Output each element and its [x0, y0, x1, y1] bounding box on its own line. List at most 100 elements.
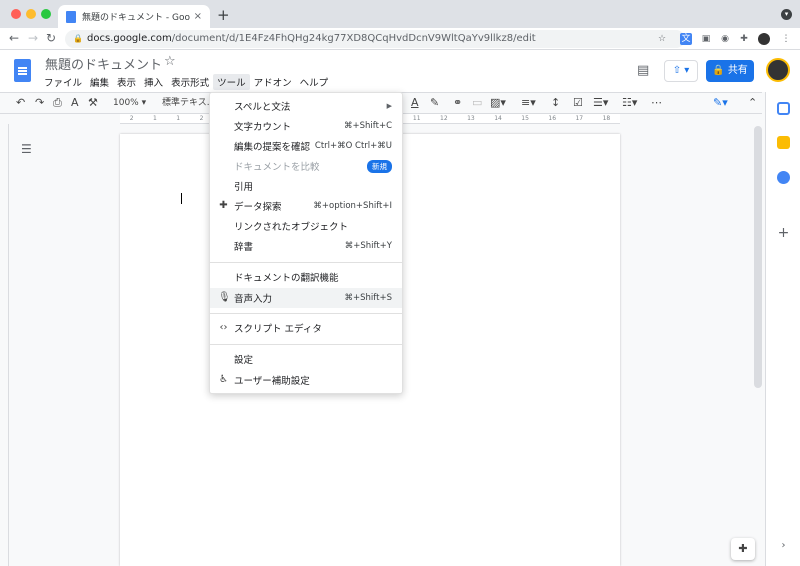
line-spacing-icon[interactable]: ↕	[551, 96, 560, 110]
menu-item-citations[interactable]: 引用	[210, 176, 402, 196]
bulleted-list-icon[interactable]: ☰▾	[593, 96, 608, 110]
side-panel: + ›	[765, 92, 800, 566]
ruler-number: 13	[467, 115, 475, 122]
image-icon[interactable]: ▨▾	[490, 96, 506, 110]
redo-icon[interactable]: ↷	[35, 96, 44, 110]
extensions-puzzle-icon[interactable]: ✚	[738, 33, 750, 45]
menu-item-word-count[interactable]: 文字カウント ⌘+Shift+C	[210, 116, 402, 136]
menu-item-shortcut: Ctrl+⌘O Ctrl+⌘U	[314, 141, 392, 151]
explore-button[interactable]: ✚	[731, 538, 755, 560]
profile-avatar-icon[interactable]	[758, 33, 770, 45]
forward-icon[interactable]: →	[28, 31, 38, 45]
bookmark-star-icon[interactable]: ☆	[656, 33, 668, 45]
vertical-ruler[interactable]	[0, 124, 9, 566]
menu-item-shortcut: ⌘+Shift+S	[344, 293, 392, 303]
menu-item-accessibility[interactable]: ♿ ユーザー補助設定	[210, 370, 402, 390]
menu-addons[interactable]: アドオン	[250, 74, 296, 90]
menu-item-dictionary[interactable]: 辞書 ⌘+Shift+Y	[210, 236, 402, 256]
menu-tools[interactable]: ツール	[213, 74, 250, 90]
link-icon[interactable]: ⚭	[453, 96, 462, 110]
document-title[interactable]: 無題のドキュメント	[45, 54, 162, 73]
new-tab-button[interactable]: +	[217, 6, 230, 24]
document-outline-icon[interactable]: ☰	[21, 142, 32, 156]
menu-edit[interactable]: 編集	[86, 74, 113, 90]
menu-item-label: 音声入力	[234, 294, 273, 305]
close-window-button[interactable]	[11, 9, 21, 19]
menu-item-review-suggestions[interactable]: 編集の提案を確認 Ctrl+⌘O Ctrl+⌘U	[210, 136, 402, 156]
style-select[interactable]: 標準テキス...	[162, 96, 215, 110]
star-icon[interactable]: ☆	[164, 54, 176, 69]
ruler-number: 14	[494, 115, 502, 122]
url-field[interactable]: 🔒 docs.google.com/document/d/1E4Fz4FhQHg…	[65, 30, 685, 48]
minimize-window-button[interactable]	[26, 9, 36, 19]
expand-panel-icon[interactable]: ›	[777, 540, 790, 553]
menu-view[interactable]: 表示	[113, 74, 140, 90]
ruler-number: 12	[440, 115, 448, 122]
menu-item-label: 設定	[234, 355, 254, 366]
notion-extension-icon[interactable]: ▣	[700, 33, 712, 45]
menu-item-voice-typing[interactable]: 🎙 音声入力 ⌘+Shift+S	[210, 288, 402, 308]
calendar-icon[interactable]	[777, 102, 790, 115]
zoom-value: 100%	[113, 98, 139, 108]
kebab-menu-icon[interactable]: ⋮	[780, 33, 792, 45]
share-button[interactable]: 🔒 共有	[706, 60, 754, 82]
menu-item-linked-objects[interactable]: リンクされたオブジェクト	[210, 216, 402, 236]
menu-divider	[210, 262, 402, 263]
accessibility-icon: ♿	[219, 374, 228, 385]
ruler-number: 17	[575, 115, 584, 122]
ruler-number: 18	[602, 115, 611, 122]
collapse-menus-icon[interactable]: ⌃	[748, 96, 757, 110]
menu-format[interactable]: 表示形式	[167, 74, 213, 90]
menu-item-explore[interactable]: ✚ データ探索 ⌘+option+Shift+I	[210, 196, 402, 216]
reload-icon[interactable]: ↻	[46, 31, 56, 45]
address-bar-row: ← → ↻ 🔒 docs.google.com/document/d/1E4Fz…	[0, 28, 800, 50]
back-icon[interactable]: ←	[9, 31, 19, 45]
present-button[interactable]: ⇧ ▾	[664, 60, 698, 82]
camera-extension-icon[interactable]: ◉	[719, 33, 731, 45]
print-icon[interactable]: ⎙	[53, 96, 62, 110]
close-tab-icon[interactable]: ×	[194, 11, 202, 22]
url-host: docs.google.com	[87, 33, 172, 44]
numbered-list-icon[interactable]: ☷▾	[622, 96, 637, 110]
editing-mode-icon[interactable]: ✎▾	[713, 96, 728, 110]
code-icon: ‹›	[219, 322, 228, 333]
text-color-icon[interactable]: A	[411, 96, 419, 110]
tasks-icon[interactable]	[777, 171, 790, 184]
scrollbar[interactable]	[754, 126, 762, 388]
tab-title: 無題のドキュメント - Google ドキ	[82, 13, 190, 23]
comment-icon[interactable]: ▭	[472, 96, 482, 110]
menu-item-label: スペルと文法	[234, 102, 291, 113]
menu-insert[interactable]: 挿入	[140, 74, 167, 90]
ruler-number: 15	[521, 115, 529, 122]
menu-item-shortcut: ⌘+option+Shift+I	[313, 201, 392, 211]
account-avatar[interactable]	[766, 58, 790, 82]
comment-history-icon[interactable]: ▤	[637, 63, 649, 78]
chrome-menu-icon[interactable]: ▾	[781, 9, 792, 20]
menu-item-label: データ探索	[234, 202, 282, 213]
menu-help[interactable]: ヘルプ	[296, 74, 333, 90]
menu-item-script-editor[interactable]: ‹› スクリプト エディタ	[210, 318, 402, 338]
share-label: 共有	[727, 65, 748, 76]
align-icon[interactable]: ≡▾	[521, 96, 536, 110]
keep-icon[interactable]	[777, 136, 790, 149]
docs-logo-icon[interactable]	[14, 59, 31, 82]
menu-item-translate-document[interactable]: ドキュメントの翻訳機能	[210, 267, 402, 287]
browser-tabstrip: 無題のドキュメント - Google ドキ × + ▾	[0, 0, 800, 28]
translate-extension-icon[interactable]: 文	[680, 33, 692, 45]
undo-icon[interactable]: ↶	[16, 96, 25, 110]
zoom-window-button[interactable]	[41, 9, 51, 19]
menu-item-preferences[interactable]: 設定	[210, 349, 402, 369]
menu-file[interactable]: ファイル	[40, 74, 86, 90]
paint-format-icon[interactable]: ⚒	[88, 96, 98, 110]
checklist-icon[interactable]: ☑	[573, 96, 583, 110]
spellcheck-icon[interactable]: A	[71, 96, 79, 110]
browser-tab[interactable]: 無題のドキュメント - Google ドキ ×	[58, 5, 210, 28]
zoom-select[interactable]: 100% ▾	[113, 96, 146, 110]
add-addon-icon[interactable]: +	[777, 226, 790, 240]
microphone-icon: 🎙	[218, 292, 231, 303]
highlight-icon[interactable]: ✎	[430, 96, 439, 110]
menu-item-compare-documents: ドキュメントを比較 新規	[210, 156, 402, 176]
menu-item-label: ユーザー補助設定	[234, 376, 310, 387]
more-icon[interactable]: ⋯	[651, 96, 662, 110]
menu-item-spelling-grammar[interactable]: スペルと文法 ▶	[210, 96, 402, 116]
